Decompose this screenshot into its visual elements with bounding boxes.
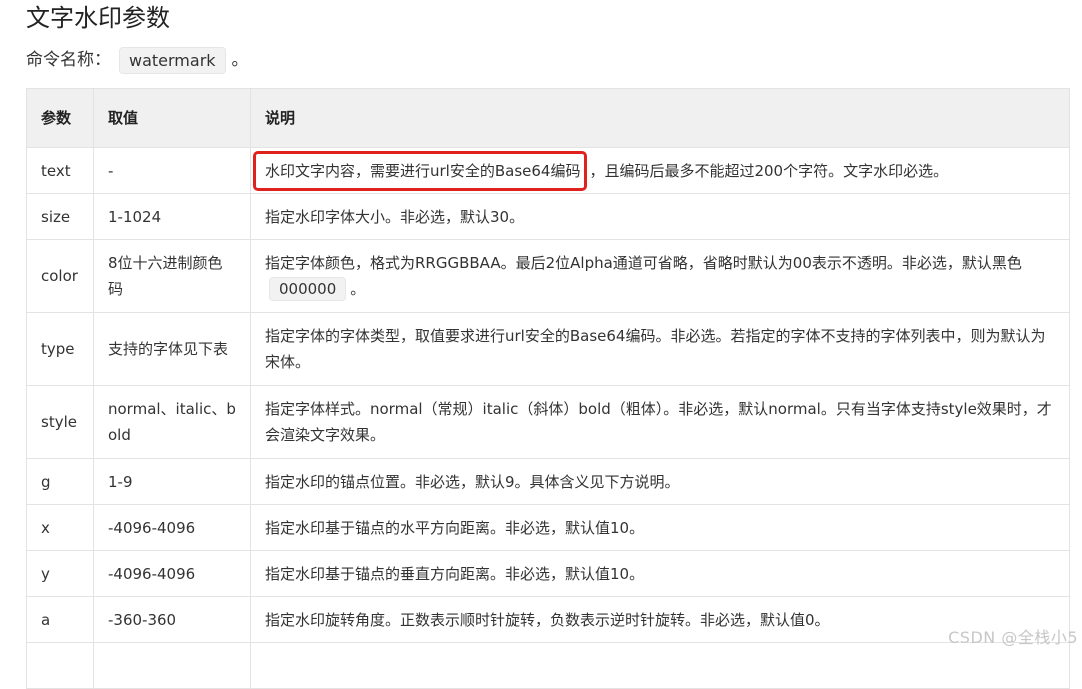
desc-cell [250,642,1070,689]
param-cell: size [26,193,94,240]
value-cell: -4096-4096 [93,504,251,551]
desc-text: ，且编码后最多不能超过200个字符。文字水印必选。 [589,161,949,180]
table-row: style normal、italic、bold 指定字体样式。normal（常… [26,385,1070,459]
param-cell: g [26,458,94,505]
table-row [26,642,1070,689]
table-row: text - 水印文字内容，需要进行url安全的Base64编码 ，且编码后最多不… [26,147,1070,194]
header-desc: 说明 [250,88,1070,148]
param-cell: a [26,596,94,643]
desc-cell: 指定水印基于锚点的垂直方向距离。非必选，默认值10。 [250,550,1070,597]
command-name-line: 命令名称： watermark 。 [26,46,249,74]
table-row: size 1-1024 指定水印字体大小。非必选，默认30。 [26,193,1070,240]
value-cell: - [93,147,251,194]
value-cell: normal、italic、bold [93,385,251,459]
csdn-watermark: CSDN @全栈小5 [948,628,1078,647]
table-row: color 8位十六进制颜色码 指定字体颜色，格式为RRGGBBAA。最后2位A… [26,239,1070,313]
table-row: x -4096-4096 指定水印基于锚点的水平方向距离。非必选，默认值10。 [26,504,1070,551]
param-cell: color [26,239,94,313]
command-code: watermark [119,46,226,74]
param-cell: x [26,504,94,551]
value-cell [93,642,251,689]
param-cell [26,642,94,689]
command-label: 命令名称： [26,50,111,70]
desc-cell: 指定水印字体大小。非必选，默认30。 [250,193,1070,240]
desc-cell: 指定字体样式。normal（常规）italic（斜体）bold（粗体）。非必选，… [250,385,1070,459]
value-cell: -360-360 [93,596,251,643]
inline-code: 000000 [269,277,347,301]
value-cell: 1-1024 [93,193,251,240]
table-row: a -360-360 指定水印旋转角度。正数表示顺时针旋转，负数表示逆时针旋转。… [26,596,1070,643]
param-cell: type [26,312,94,386]
desc-cell: 指定字体颜色，格式为RRGGBBAA。最后2位Alpha通道可省略，省略时默认为… [250,239,1070,313]
desc-suffix: 。 [350,280,366,298]
desc-cell: 指定水印旋转角度。正数表示顺时针旋转，负数表示逆时针旋转。非必选，默认值0。 [250,596,1070,643]
header-value: 取值 [93,88,251,148]
desc-cell: 水印文字内容，需要进行url安全的Base64编码 ，且编码后最多不能超过200个… [250,147,1070,194]
value-cell: 8位十六进制颜色码 [93,239,251,313]
table-header-row: 参数 取值 说明 [26,88,1070,148]
command-suffix: 。 [231,50,249,70]
param-cell: style [26,385,94,459]
desc-cell: 指定水印的锚点位置。非必选，默认9。具体含义见下方说明。 [250,458,1070,505]
value-cell: 1-9 [93,458,251,505]
param-cell: text [26,147,94,194]
header-param: 参数 [26,88,94,148]
param-cell: y [26,550,94,597]
highlight-box: 水印文字内容，需要进行url安全的Base64编码 [253,150,588,191]
table-row: y -4096-4096 指定水印基于锚点的垂直方向距离。非必选，默认值10。 [26,550,1070,597]
desc-cell: 指定字体的字体类型，取值要求进行url安全的Base64编码。非必选。若指定的字… [250,312,1070,386]
table-row: g 1-9 指定水印的锚点位置。非必选，默认9。具体含义见下方说明。 [26,458,1070,505]
page-title: 文字水印参数 [26,4,170,32]
table-row: type 支持的字体见下表 指定字体的字体类型，取值要求进行url安全的Base… [26,312,1070,386]
desc-cell: 指定水印基于锚点的水平方向距离。非必选，默认值10。 [250,504,1070,551]
value-cell: -4096-4096 [93,550,251,597]
param-table: 参数 取值 说明 text - 水印文字内容，需要进行url安全的Base64编… [26,88,1070,689]
desc-text: 指定字体颜色，格式为RRGGBBAA。最后2位Alpha通道可省略，省略时默认为… [265,254,1022,272]
value-cell: 支持的字体见下表 [93,312,251,386]
